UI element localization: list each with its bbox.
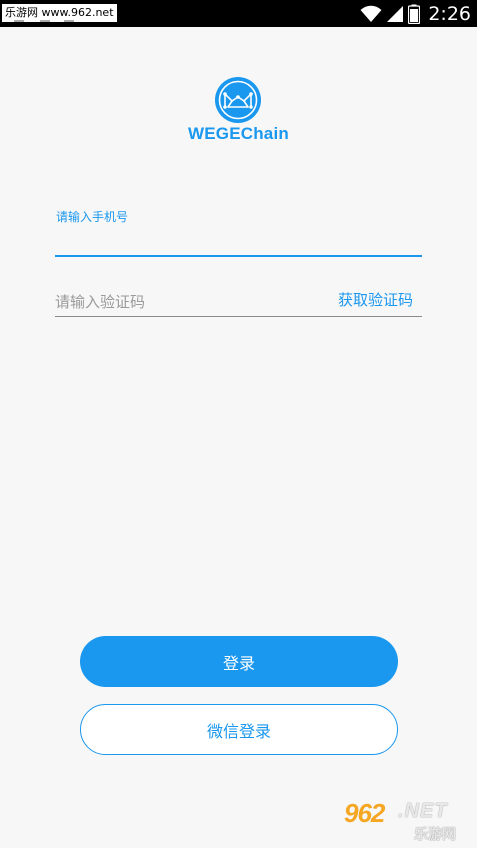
get-code-button[interactable]: 获取验证码	[338, 288, 413, 310]
wifi-icon	[360, 5, 382, 22]
status-icons: 2:26	[360, 0, 471, 27]
verification-code-input[interactable]	[55, 288, 315, 316]
watermark-brand: 962	[344, 798, 385, 828]
status-bar: 乐游网 www.962.net 2:26	[0, 0, 477, 27]
code-underline	[55, 316, 422, 317]
signal-icon	[387, 5, 404, 22]
watermark-bottom: 962 .NET 乐游网	[336, 798, 472, 844]
watermark-sub: 乐游网	[414, 827, 456, 843]
status-time: 2:26	[428, 2, 471, 25]
wegechain-logo-icon	[215, 77, 261, 123]
watermark-net: .NET	[398, 800, 448, 822]
login-button[interactable]: 登录	[80, 636, 398, 687]
phone-underline	[55, 255, 422, 257]
app-name: WEGEChain	[188, 124, 289, 143]
battery-icon	[408, 4, 421, 24]
phone-input[interactable]	[55, 224, 422, 256]
phone-label: 请输入手机号	[56, 210, 129, 224]
wechat-login-button[interactable]: 微信登录	[80, 704, 398, 755]
notification-icons	[14, 20, 74, 22]
